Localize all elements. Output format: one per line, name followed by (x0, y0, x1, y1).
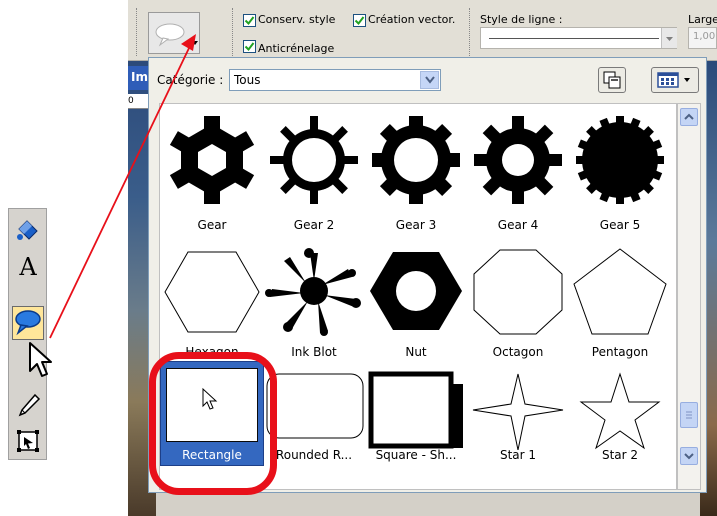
checkmark-icon (354, 16, 365, 26)
grip-icon (686, 411, 692, 419)
shape-label: Pentagon (591, 345, 649, 359)
object-selector-tool[interactable] (12, 424, 44, 458)
preset-shape-tool-icon (15, 310, 41, 336)
create-vector-checkbox[interactable] (353, 14, 366, 27)
pen-tool-icon (18, 393, 41, 417)
pentagon-icon (573, 248, 667, 335)
view-options-button[interactable] (651, 67, 699, 93)
view-menu-icon (657, 72, 690, 88)
chevron-down-icon (424, 76, 435, 84)
fill-bucket-tool[interactable] (12, 213, 44, 247)
preserve-style-checkbox[interactable] (243, 14, 256, 27)
antialias-label: Anticrénelage (258, 42, 335, 55)
fill-bucket-icon (17, 220, 38, 240)
category-label: Catégorie : (157, 73, 224, 87)
checkmark-icon (244, 42, 255, 52)
mouse-pointer-icon (29, 342, 52, 377)
shape-label: Star 2 (601, 448, 639, 462)
octagon-icon (473, 249, 563, 335)
shape-label: Gear 4 (497, 218, 539, 232)
checkmark-icon (244, 16, 255, 26)
category-select[interactable]: Tous (229, 69, 441, 91)
line-style-preview (489, 38, 659, 39)
scroll-up-button[interactable] (680, 108, 698, 126)
shape-label: Octagon (492, 345, 544, 359)
five-point-star-icon (579, 372, 661, 450)
line-style-select[interactable] (480, 27, 677, 49)
scrollbar-thumb[interactable] (680, 402, 698, 428)
copy-shapes-button[interactable] (598, 67, 626, 93)
text-tool-icon: A (18, 253, 37, 280)
create-vector-label: Création vector. (368, 13, 456, 26)
pen-tool[interactable] (12, 389, 44, 423)
shape-label: Rounded R... (275, 448, 353, 462)
shape-label: Gear 5 (599, 218, 641, 232)
tools-palette: A (8, 208, 52, 460)
shape-picker-dropdown[interactable] (148, 12, 200, 54)
grip-separator (136, 8, 137, 56)
four-point-star-icon (472, 373, 564, 450)
dropdown-arrow-icon (192, 41, 198, 45)
line-style-label: Style de ligne : (480, 13, 563, 26)
chevron-down-icon (684, 453, 694, 460)
gear-icon (372, 116, 460, 204)
width-input[interactable]: 1,00 (688, 27, 717, 49)
svg-text:A: A (18, 253, 37, 280)
copy-icon (603, 71, 621, 89)
chevron-up-icon (684, 113, 694, 120)
shape-label: Gear (197, 218, 227, 232)
width-label: Large (688, 13, 717, 26)
preset-shape-tool[interactable] (12, 306, 44, 340)
gear-icon (576, 116, 664, 204)
square-shadow-icon (368, 371, 463, 449)
rounded-rectangle-icon (266, 373, 364, 439)
text-tool[interactable]: A (12, 249, 44, 283)
shape-label: Gear 2 (293, 218, 335, 232)
annotation-highlight-circle (149, 352, 277, 495)
shape-label: Ink Blot (291, 345, 337, 359)
ruler-value: 0 (128, 96, 134, 106)
shape-label: Gear 3 (395, 218, 437, 232)
shape-label: Square - Sh... (375, 448, 457, 462)
vertical-scrollbar[interactable] (677, 103, 701, 490)
chevron-down-icon (666, 37, 673, 41)
line-style-dropdown-button[interactable] (661, 28, 677, 48)
gear-icon (270, 116, 358, 204)
antialias-checkbox[interactable] (243, 40, 256, 53)
nut-icon (370, 252, 462, 330)
speech-bubble-preview-icon (155, 23, 198, 47)
shape-label: Nut (405, 345, 427, 359)
image-window-tab-label: Im (131, 70, 148, 84)
object-selector-icon (17, 430, 39, 452)
category-value: Tous (234, 73, 261, 87)
width-value: 1,00 (693, 31, 716, 42)
scroll-down-button[interactable] (680, 447, 698, 465)
preserve-style-label: Conserv. style (258, 13, 336, 26)
shape-label: Star 1 (499, 448, 537, 462)
gear-icon (474, 116, 562, 204)
hexagon-icon (164, 251, 260, 333)
gear-icon (169, 116, 255, 204)
options-separator (469, 8, 470, 56)
category-dropdown-button[interactable] (420, 71, 439, 89)
ink-blot-icon (265, 248, 361, 336)
options-separator (232, 8, 233, 56)
